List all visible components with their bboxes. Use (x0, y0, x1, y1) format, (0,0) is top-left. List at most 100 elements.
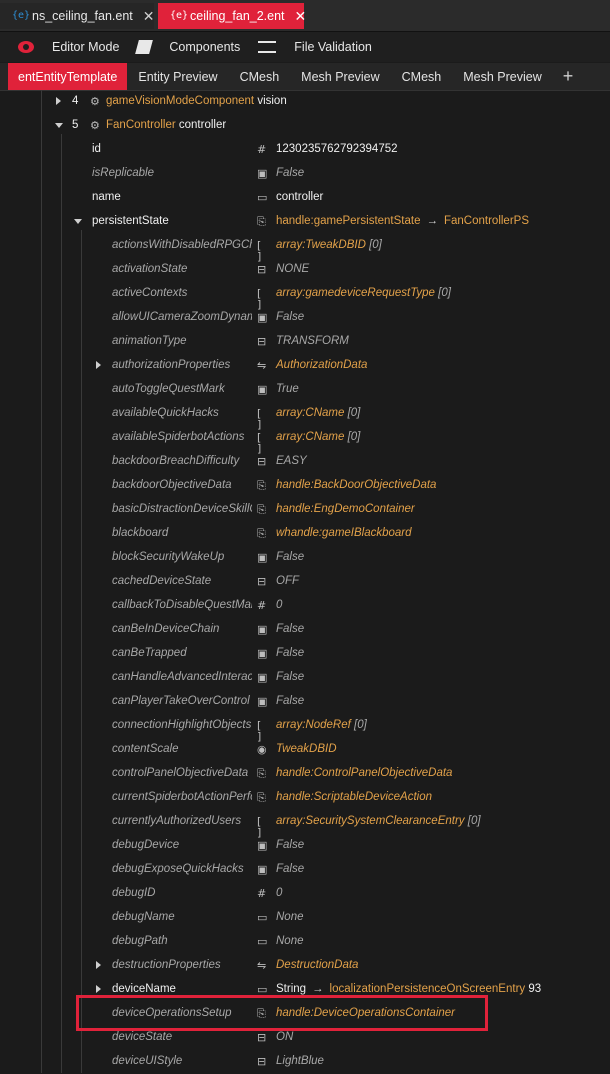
enum-icon: ⊟ (257, 1055, 267, 1068)
property-value[interactable]: EASY (276, 455, 307, 467)
property-value[interactable]: 0 (276, 599, 282, 611)
property-row[interactable]: debugPath ▭ None (0, 930, 610, 954)
add-tab-button[interactable]: + (553, 63, 584, 90)
expand-arrow-icon[interactable] (96, 985, 101, 993)
property-value[interactable]: whandle:gameIBlackboard (276, 527, 412, 539)
property-row[interactable]: contentScale ◉ TweakDBID (0, 738, 610, 762)
property-row[interactable]: debugExposeQuickHacks ▣ False (0, 858, 610, 882)
tab-cmesh[interactable]: CMesh (391, 63, 453, 90)
property-name: controlPanelObjectiveData (112, 767, 249, 779)
property-row[interactable]: authorizationProperties ⇋ AuthorizationDat… (0, 354, 610, 378)
expand-arrow-icon[interactable] (56, 97, 61, 105)
property-value[interactable]: handle:gamePersistentState → FanController… (276, 215, 529, 227)
tab-cmesh[interactable]: CMesh (229, 63, 291, 90)
property-row[interactable]: callbackToDisableQuestMarkID #0 (0, 594, 610, 618)
tab-mesh-preview[interactable]: Mesh Preview (290, 63, 391, 90)
property-row[interactable]: activeContexts [ ] array:gamedeviceRequest… (0, 282, 610, 310)
property-value[interactable]: array:gamedeviceRequestType [0] (276, 287, 451, 299)
property-row[interactable]: backdoorObjectiveData ⎘ handle:BackDoorObj… (0, 474, 610, 498)
property-row[interactable]: availableSpiderbotActions [ ] array:CName … (0, 426, 610, 454)
property-value[interactable]: False (276, 647, 304, 659)
property-value[interactable]: OFF (276, 575, 299, 587)
property-value[interactable]: handle:BackDoorObjectiveData (276, 479, 436, 491)
property-value[interactable]: array:CName [0] (276, 407, 360, 419)
property-value[interactable]: array:NodeRef [0] (276, 719, 367, 731)
property-row[interactable]: allowUICameraZoomDynamicCamera ▣ False (0, 306, 610, 330)
property-row[interactable]: connectionHighlightObjects [ ] array:NodeR… (0, 714, 610, 742)
expand-arrow-icon[interactable] (96, 961, 101, 969)
property-value[interactable]: 1230235762792394752 (276, 143, 398, 155)
property-row[interactable]: destructionProperties ⇋ DestructionData (0, 954, 610, 978)
property-value[interactable]: 0 (276, 887, 282, 899)
property-value[interactable]: LightBlue (276, 1055, 324, 1067)
property-value[interactable]: None (276, 935, 304, 947)
property-row[interactable]: blockSecurityWakeUp ▣ False (0, 546, 610, 570)
file-validation-button[interactable]: File Validation (258, 40, 372, 54)
tree-row-id[interactable]: id # 1230235762792394752 (0, 138, 610, 162)
property-value[interactable]: False (276, 839, 304, 851)
property-row[interactable]: cachedDeviceState ⊟ OFF (0, 570, 610, 594)
tab-entity-preview[interactable]: Entity Preview (127, 63, 228, 90)
property-value[interactable]: handle:ControlPanelObjectiveData (276, 767, 452, 779)
property-value[interactable]: AuthorizationData (276, 359, 367, 371)
property-value[interactable]: True (276, 383, 299, 395)
property-value[interactable]: array:CName [0] (276, 431, 360, 443)
property-row[interactable]: availableQuickHacks [ ] array:CName [0] (0, 402, 610, 430)
property-row[interactable]: canPlayerTakeOverControl ▣ False (0, 690, 610, 714)
property-value[interactable]: DestructionData (276, 959, 358, 971)
property-value[interactable]: String → localizationPersistenceOnScreenEn… (276, 983, 541, 995)
property-value[interactable]: False (276, 695, 304, 707)
property-value[interactable]: NONE (276, 263, 309, 275)
property-row[interactable]: debugID #0 (0, 882, 610, 906)
property-value[interactable]: False (276, 167, 304, 179)
property-value[interactable]: False (276, 623, 304, 635)
expand-arrow-icon[interactable] (96, 361, 101, 369)
property-value[interactable]: None (276, 911, 304, 923)
property-row[interactable]: debugDevice ▣ False (0, 834, 610, 858)
editor-mode-button[interactable]: Editor Mode (18, 40, 119, 54)
tree-row-name[interactable]: name ▭ controller (0, 186, 610, 210)
property-value[interactable]: False (276, 551, 304, 563)
property-row[interactable]: controlPanelObjectiveData ⎘ handle:Control… (0, 762, 610, 786)
property-value[interactable]: handle:EngDemoContainer (276, 503, 415, 515)
property-value[interactable]: array:TweakDBID [0] (276, 239, 382, 251)
property-value[interactable]: False (276, 671, 304, 683)
tree-row-persistent-state[interactable]: persistentState ⎘ handle:gamePersistentS… (0, 210, 610, 234)
property-row[interactable]: debugName ▭ None (0, 906, 610, 930)
property-row[interactable]: backdoorBreachDifficulty ⊟ EASY (0, 450, 610, 474)
property-row[interactable]: currentSpiderbotActionPerformed ⎘ handle:S… (0, 786, 610, 810)
close-icon[interactable]: ✕ (143, 8, 155, 25)
file-tab-ns-ceiling-fan[interactable]: {e} ns_ceiling_fan.ent ✕ (0, 3, 155, 29)
collapse-arrow-icon[interactable] (74, 219, 82, 224)
property-row[interactable]: canBeInDeviceChain ▣ False (0, 618, 610, 642)
property-value[interactable]: controller (276, 191, 323, 203)
property-row[interactable]: autoToggleQuestMark ▣ True (0, 378, 610, 402)
components-button[interactable]: Components (135, 40, 240, 54)
property-row[interactable]: activationState ⊟ NONE (0, 258, 610, 282)
property-value[interactable]: False (276, 311, 304, 323)
tab-ent-entity-template[interactable]: entEntityTemplate (8, 63, 128, 90)
property-row[interactable]: basicDistractionDeviceSkillChecks ⎘ handle… (0, 498, 610, 522)
tree-row-component[interactable]: 5 ⚙ FanController controller (0, 114, 610, 138)
property-row[interactable]: blackboard ⎘ whandle:gameIBlackboard (0, 522, 610, 546)
tree-row-is-replicable[interactable]: isReplicable ▣ False (0, 162, 610, 186)
property-value[interactable]: handle:ScriptableDeviceAction (276, 791, 432, 803)
array-icon: [ ] (257, 239, 262, 263)
close-icon[interactable]: ✕ (295, 8, 307, 25)
property-value[interactable]: False (276, 863, 304, 875)
property-row[interactable]: deviceUIStyle ⊟ LightBlue (0, 1050, 610, 1074)
property-value[interactable]: TRANSFORM (276, 335, 349, 347)
tab-mesh-preview[interactable]: Mesh Preview (452, 63, 553, 90)
property-row[interactable]: animationType ⊟ TRANSFORM (0, 330, 610, 354)
property-row[interactable]: canHandleAdvancedInteraction ▣ False (0, 666, 610, 690)
property-value[interactable]: TweakDBID (276, 743, 337, 755)
property-row[interactable]: currentlyAuthorizedUsers [ ] array:Securit… (0, 810, 610, 838)
tree-row-component[interactable]: 4 ⚙ gameVisionModeComponent vision (0, 90, 610, 114)
property-row[interactable]: canBeTrapped ▣ False (0, 642, 610, 666)
file-tab-ceiling-fan-2[interactable]: {e} ceiling_fan_2.ent ✕ (158, 3, 307, 29)
property-row[interactable]: actionsWithDisabledRPGChecks [ ] array:Twe… (0, 234, 610, 263)
hash-icon: # (257, 887, 267, 900)
property-value[interactable]: array:SecuritySystemClearanceEntry [0] (276, 815, 481, 827)
property-value[interactable]: ON (276, 1031, 293, 1043)
collapse-arrow-icon[interactable] (55, 123, 63, 128)
